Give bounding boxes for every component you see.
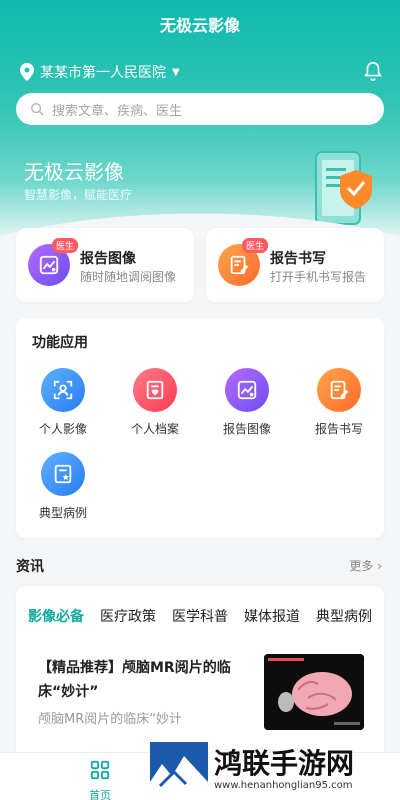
- function-label: 报告图像: [222, 422, 271, 436]
- brain-image: [264, 654, 364, 730]
- quick-card-report-image[interactable]: 医生 报告图像 随时随地调阅图像: [16, 228, 194, 302]
- article-title[interactable]: 【精品推荐】颅脑MR阅片的临床“妙计”: [38, 656, 238, 704]
- person-scan-icon: [41, 368, 85, 412]
- news-panel: 影像必备 医疗政策 医学科普 媒体报道 典型病例 【精品推荐】颅脑MR阅片的临床…: [16, 586, 384, 756]
- star-file-icon: [41, 452, 85, 496]
- nav-home-label: 首页: [89, 789, 111, 800]
- function-typical-cases[interactable]: 典型病例: [28, 452, 98, 521]
- function-label: 报告书写: [314, 422, 363, 436]
- quick-card-title: 报告图像: [80, 251, 136, 267]
- tab-medical-science[interactable]: 医学科普: [172, 606, 228, 626]
- nav-home[interactable]: 首页: [76, 759, 124, 800]
- article-thumbnail[interactable]: [264, 654, 364, 730]
- image-chart-icon: [225, 368, 269, 412]
- quick-card-subtitle: 随时随地调阅图像: [80, 270, 177, 284]
- function-report-images[interactable]: 报告图像: [212, 368, 282, 437]
- location-selector[interactable]: 某某市第一人民医院 ▼: [20, 62, 180, 82]
- search-placeholder: 搜索文章、疾病、医生: [52, 103, 183, 119]
- more-link[interactable]: 更多 ›: [349, 557, 382, 574]
- chevron-right-icon: ›: [377, 559, 382, 573]
- watermark-text: 鸿联手游网: [214, 747, 355, 780]
- function-panel: 功能应用 个人影像 个人档案 报告图像 报告书写 典型病例: [16, 318, 384, 538]
- location-pin-icon: [20, 63, 34, 81]
- doctor-badge: 医生: [52, 238, 79, 253]
- search-icon: [31, 103, 44, 116]
- banner-subtitle: 智慧影像，赋能医疗: [24, 188, 133, 202]
- quick-card-title: 报告书写: [270, 251, 326, 267]
- edit-report-icon: [317, 368, 361, 412]
- location-label: 某某市第一人民医院: [40, 65, 166, 81]
- quick-card-report-writing[interactable]: 医生 报告书写 打开手机书写报告: [206, 228, 384, 302]
- doctor-badge: 医生: [242, 238, 269, 253]
- function-label: 典型病例: [38, 506, 87, 520]
- function-label: 个人档案: [130, 422, 179, 436]
- bell-icon[interactable]: [362, 60, 384, 82]
- watermark-url: www.henanhonglian95.com: [214, 780, 353, 791]
- watermark-logo-icon: [150, 742, 208, 798]
- search-input[interactable]: 搜索文章、疾病、医生: [16, 93, 384, 125]
- article-summary: 颅脑MR阅片的临床“妙计: [38, 712, 182, 727]
- tab-typical-cases[interactable]: 典型病例: [316, 606, 372, 626]
- watermark: 鸿联手游网 www.henanhonglian95.com: [150, 740, 400, 800]
- tab-medical-policy[interactable]: 医疗政策: [100, 606, 156, 626]
- tab-media-reports[interactable]: 媒体报道: [244, 606, 300, 626]
- home-grid-icon: [90, 760, 110, 780]
- app-title: 无极云影像: [159, 16, 240, 35]
- function-report-writing[interactable]: 报告书写: [304, 368, 374, 437]
- caret-down-icon: ▼: [172, 66, 180, 78]
- news-tabs: 影像必备 医疗政策 医学科普 媒体报道 典型病例: [16, 586, 384, 646]
- more-label: 更多: [349, 559, 374, 573]
- heart-file-icon: [133, 368, 177, 412]
- news-section-title: 资讯: [16, 559, 44, 575]
- function-personal-records[interactable]: 个人档案: [120, 368, 190, 437]
- function-personal-images[interactable]: 个人影像: [28, 368, 98, 437]
- function-label: 个人影像: [38, 422, 87, 436]
- banner-title: 无极云影像: [24, 160, 124, 184]
- quick-card-subtitle: 打开手机书写报告: [270, 270, 367, 284]
- function-panel-title: 功能应用: [32, 335, 88, 351]
- tab-imaging-essentials[interactable]: 影像必备: [28, 606, 84, 626]
